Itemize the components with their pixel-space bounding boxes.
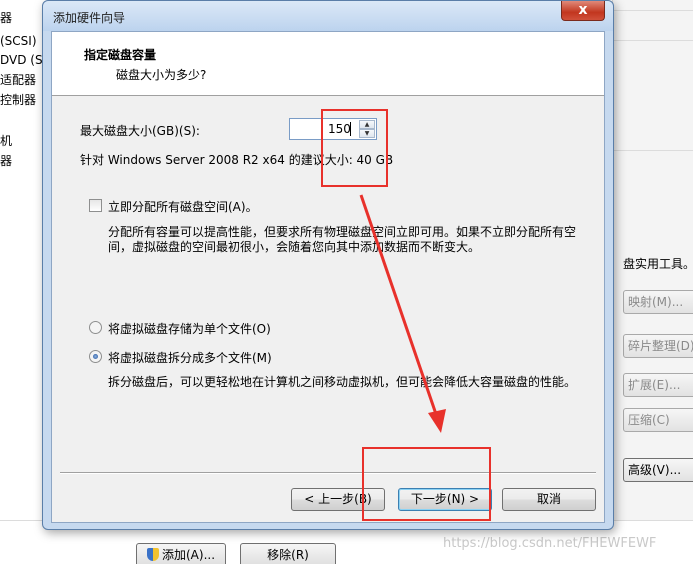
hardware-list-item[interactable]: 器 bbox=[0, 153, 12, 169]
add-hardware-wizard-dialog: 添加硬件向导 x 指定磁盘容量 磁盘大小为多少? 最大磁盘大小(GB)(S): … bbox=[42, 0, 614, 530]
single-file-radio[interactable] bbox=[89, 321, 102, 334]
allocate-now-description: 分配所有容量可以提高性能，但要求所有物理磁盘空间立即可用。如果不立即分配所有空间… bbox=[108, 225, 577, 254]
multiple-files-description: 拆分磁盘后，可以更轻松地在计算机之间移动虚拟机，但可能会降低大容量磁盘的性能。 bbox=[108, 375, 577, 389]
disk-utility-label: 盘实用工具。 bbox=[623, 257, 693, 271]
divider bbox=[613, 40, 693, 41]
close-button[interactable]: x bbox=[561, 1, 605, 21]
annotation-box-size bbox=[321, 109, 388, 187]
divider bbox=[613, 10, 693, 11]
expand-button[interactable]: 扩展(E)... bbox=[623, 373, 693, 397]
watermark: https://blog.csdn.net/FHEWFEWF bbox=[443, 536, 657, 551]
compact-button[interactable]: 压缩(C) bbox=[623, 408, 693, 432]
title-bar[interactable]: 添加硬件向导 x bbox=[43, 1, 613, 31]
uac-shield-icon bbox=[147, 548, 159, 561]
single-file-label[interactable]: 将虚拟磁盘存储为单个文件(O) bbox=[108, 320, 271, 337]
map-button[interactable]: 映射(M)... bbox=[623, 290, 693, 314]
page-subtitle: 磁盘大小为多少? bbox=[116, 68, 207, 82]
advanced-button[interactable]: 高级(V)... bbox=[623, 458, 693, 482]
cancel-button[interactable]: 取消 bbox=[502, 488, 596, 511]
annotation-box-next bbox=[362, 447, 491, 521]
divider bbox=[613, 150, 693, 151]
hardware-list-item[interactable]: (SCSI) bbox=[0, 33, 37, 49]
hardware-list-item[interactable]: 控制器 bbox=[0, 92, 36, 108]
allocate-now-checkbox[interactable] bbox=[89, 199, 102, 212]
wizard-body: 指定磁盘容量 磁盘大小为多少? 最大磁盘大小(GB)(S): 150 ▲ ▼ 针… bbox=[51, 31, 605, 523]
window-title: 添加硬件向导 bbox=[53, 11, 126, 25]
multiple-files-radio[interactable] bbox=[89, 350, 102, 363]
close-icon: x bbox=[578, 2, 588, 18]
max-disk-size-label: 最大磁盘大小(GB)(S): bbox=[80, 124, 200, 138]
allocate-now-label[interactable]: 立即分配所有磁盘空间(A)。 bbox=[108, 198, 258, 215]
add-hardware-button[interactable]: 添加(A)... bbox=[136, 543, 227, 564]
divider bbox=[60, 472, 596, 474]
hardware-list-item[interactable]: 适配器 bbox=[0, 72, 36, 88]
multiple-files-label[interactable]: 将虚拟磁盘拆分成多个文件(M) bbox=[108, 349, 272, 366]
defragment-button[interactable]: 碎片整理(D) bbox=[623, 334, 693, 358]
hardware-list-item[interactable]: 器 bbox=[0, 10, 12, 26]
wizard-header: 指定磁盘容量 磁盘大小为多少? bbox=[52, 32, 604, 96]
add-hardware-label: 添加(A)... bbox=[162, 548, 216, 562]
remove-hardware-button[interactable]: 移除(R) bbox=[240, 543, 336, 564]
disk-utility-panel: 盘实用工具。 映射(M)... 碎片整理(D) 扩展(E)... 压缩(C) 高… bbox=[612, 0, 693, 520]
hardware-list-item[interactable]: 机 bbox=[0, 133, 12, 149]
page-title: 指定磁盘容量 bbox=[84, 48, 157, 62]
